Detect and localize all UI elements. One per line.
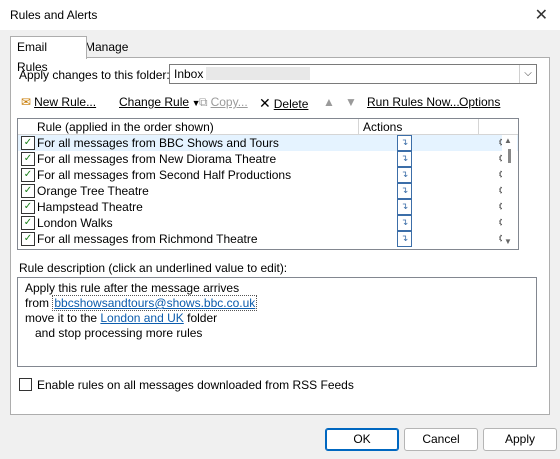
description-line: from bbcshowsandtours@shows.bbc.co.uk [25, 295, 258, 311]
move-up-icon[interactable]: ▲ [323, 95, 335, 109]
run-rules-label: Run Rules Now... [367, 95, 460, 109]
column-divider [478, 119, 479, 134]
copy-label: Copy... [210, 95, 248, 109]
delete-button[interactable]: ✕ Delete [259, 95, 308, 112]
move-to-folder-icon: ↴ [397, 199, 412, 215]
new-rule-icon: ✉ [21, 95, 32, 109]
folder-value: Inbox [174, 67, 204, 81]
tab-email-rules[interactable]: Email Rules [10, 36, 87, 74]
rule-checkbox[interactable]: ✓ [21, 232, 35, 246]
scroll-down-icon[interactable]: ▼ [504, 237, 512, 246]
close-icon[interactable]: ✕ [535, 5, 548, 25]
description-line: and stop processing more rules [35, 326, 203, 340]
delete-icon: ✕ [259, 95, 271, 111]
rule-label: For all messages from New Diorama Theatr… [37, 152, 277, 166]
options-button[interactable]: Options [459, 95, 500, 109]
rule-label: Hampstead Theatre [37, 200, 143, 214]
rules-list[interactable]: Rule (applied in the order shown) Action… [17, 118, 519, 250]
new-rule-button[interactable]: ✉ New Rule... [21, 95, 96, 109]
column-actions[interactable]: Actions [363, 120, 402, 134]
scroll-up-icon[interactable]: ▲ [504, 136, 512, 145]
target-folder-link[interactable]: London and UK [100, 311, 183, 325]
rules-list-scrollbar[interactable]: ▲ ▼ [502, 135, 517, 248]
column-rule[interactable]: Rule (applied in the order shown) [37, 120, 214, 134]
move-to-folder-icon: ↴ [397, 167, 412, 183]
folder-dropdown[interactable]: Inbox ⌵ [169, 64, 537, 84]
move-to-folder-icon: ↴ [397, 135, 412, 151]
rule-checkbox[interactable]: ✓ [21, 136, 35, 150]
rule-row[interactable]: ✓ For all messages from Richmond Theatre… [18, 231, 518, 247]
description-text: folder [183, 311, 218, 325]
window-title: Rules and Alerts [10, 8, 98, 22]
run-rules-now-button[interactable]: Run Rules Now... [367, 95, 460, 109]
description-line: move it to the London and UK folder [25, 311, 217, 325]
rule-row[interactable]: ✓ For all messages from Second Half Prod… [18, 167, 518, 183]
rule-checkbox[interactable]: ✓ [21, 184, 35, 198]
rule-description-box: Apply this rule after the message arrive… [17, 277, 537, 367]
description-text: from [25, 296, 53, 310]
description-line: Apply this rule after the message arrive… [25, 281, 240, 295]
chevron-down-icon[interactable]: ⌵ [519, 65, 536, 83]
rule-row[interactable]: ✓ For all messages from BBC Shows and To… [18, 135, 518, 151]
move-to-folder-icon: ↴ [397, 215, 412, 231]
description-text: move it to the [25, 311, 101, 325]
rule-row[interactable]: ✓ Hampstead Theatre ↴ ⚙ [18, 199, 518, 215]
rule-label: Orange Tree Theatre [37, 184, 149, 198]
change-rule-label: Change Rule [119, 95, 190, 109]
rule-checkbox[interactable]: ✓ [21, 152, 35, 166]
copy-icon: ⧉ [199, 95, 208, 109]
move-down-icon[interactable]: ▼ [345, 95, 357, 109]
rule-label: For all messages from Richmond Theatre [37, 232, 258, 246]
ok-button[interactable]: OK [325, 428, 399, 451]
cancel-button[interactable]: Cancel [404, 428, 478, 451]
email-rules-panel: Apply changes to this folder: Inbox ⌵ ✉ N… [10, 57, 550, 415]
rule-label: London Walks [37, 216, 113, 230]
new-rule-label: New Rule... [34, 95, 97, 109]
rule-row[interactable]: ✓ Orange Tree Theatre ↴ ⚙ [18, 183, 518, 199]
scroll-thumb[interactable] [508, 149, 511, 163]
options-label: Options [459, 95, 501, 109]
rss-label: Enable rules on all messages downloaded … [37, 378, 354, 392]
rule-label: For all messages from Second Half Produc… [37, 168, 292, 182]
rule-label: For all messages from BBC Shows and Tour… [37, 136, 279, 150]
rule-row[interactable]: ✓ London Walks ↴ ⚙ [18, 215, 518, 231]
change-rule-button[interactable]: Change Rule ▼ [119, 95, 200, 109]
rule-description-label: Rule description (click an underlined va… [19, 261, 288, 275]
rss-checkbox[interactable] [19, 378, 32, 391]
apply-button[interactable]: Apply [483, 428, 557, 451]
move-to-folder-icon: ↴ [397, 231, 412, 247]
sender-address-link[interactable]: bbcshowsandtours@shows.bbc.co.uk [52, 295, 258, 311]
move-to-folder-icon: ↴ [397, 151, 412, 167]
folder-redacted [206, 67, 310, 80]
copy-button[interactable]: ⧉ Copy... [199, 95, 248, 110]
rules-list-header: Rule (applied in the order shown) Action… [18, 119, 518, 135]
move-to-folder-icon: ↴ [397, 183, 412, 199]
title-bar: Rules and Alerts ✕ [0, 0, 560, 30]
tab-manage-alerts[interactable]: Manage Alerts [79, 38, 134, 72]
rule-checkbox[interactable]: ✓ [21, 200, 35, 214]
delete-label: Delete [273, 97, 309, 111]
rules-toolbar: ✉ New Rule... Change Rule ▼ ⧉ Copy... ✕ Del… [17, 93, 545, 111]
column-divider [358, 119, 359, 134]
rule-row[interactable]: ✓ For all messages from New Diorama Thea… [18, 151, 518, 167]
rss-rules-option[interactable]: Enable rules on all messages downloaded … [19, 378, 354, 392]
rule-checkbox[interactable]: ✓ [21, 168, 35, 182]
rule-checkbox[interactable]: ✓ [21, 216, 35, 230]
